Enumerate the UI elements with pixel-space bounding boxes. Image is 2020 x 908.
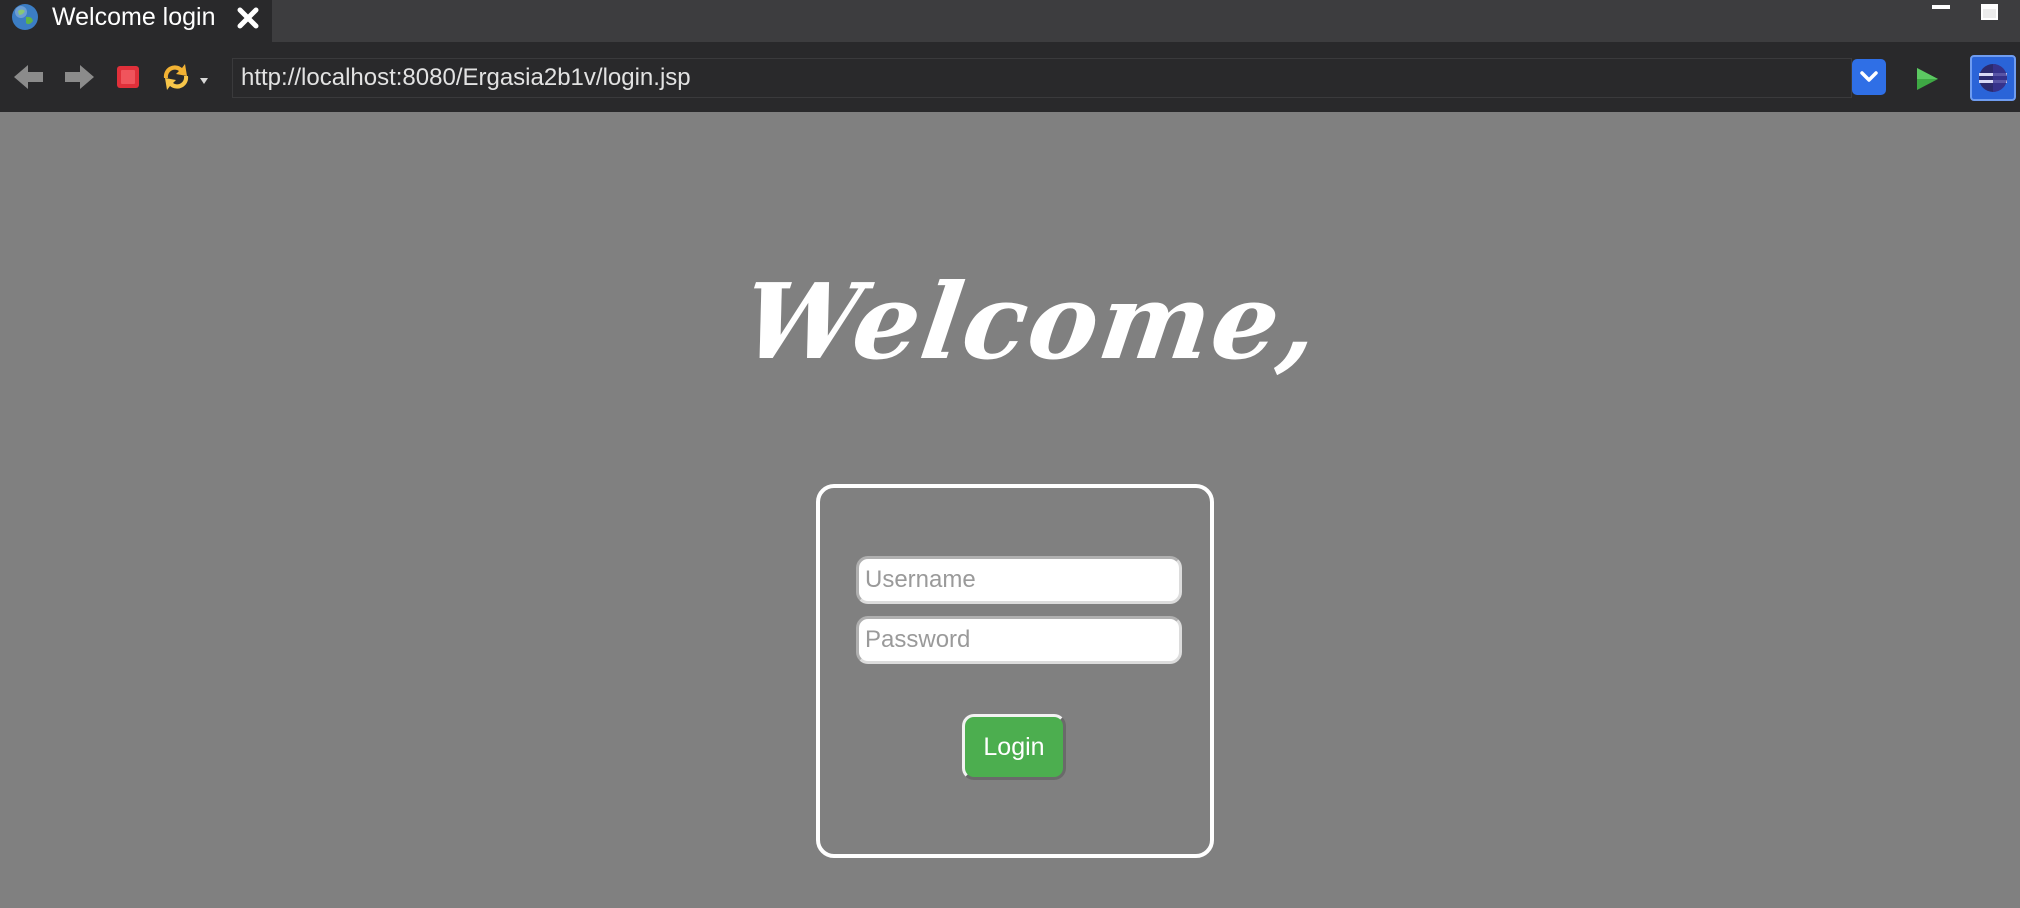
tab-title: Welcome login — [52, 3, 216, 31]
browser-window: Welcome login http://localhost:8080/Erga… — [0, 0, 2020, 908]
go-icon[interactable] — [1912, 64, 1942, 99]
page-content: Welcome, Login — [4, 112, 2020, 908]
tab-welcome-login[interactable]: Welcome login — [0, 0, 272, 42]
url-text: http://localhost:8080/Ergasia2b1v/login.… — [241, 64, 691, 91]
close-icon[interactable] — [234, 4, 262, 32]
welcome-heading: Welcome, — [735, 260, 1328, 383]
eclipse-icon[interactable] — [1970, 55, 2016, 101]
login-form: Login — [816, 484, 1214, 858]
browser-toolbar: http://localhost:8080/Ergasia2b1v/login.… — [0, 42, 2020, 112]
stop-icon[interactable] — [114, 60, 144, 99]
chevron-down-icon[interactable] — [1852, 59, 1886, 95]
tab-strip: Welcome login — [0, 0, 2020, 42]
minimize-icon[interactable] — [1930, 3, 1952, 21]
login-button[interactable]: Login — [962, 714, 1066, 780]
refresh-icon[interactable] — [158, 60, 214, 99]
forward-arrow-icon[interactable] — [62, 60, 96, 99]
back-arrow-icon[interactable] — [12, 60, 46, 99]
url-field[interactable]: http://localhost:8080/Ergasia2b1v/login.… — [232, 58, 1852, 98]
maximize-icon[interactable] — [1979, 2, 2001, 22]
username-input[interactable] — [856, 556, 1182, 604]
password-input[interactable] — [856, 616, 1182, 664]
globe-icon — [10, 2, 40, 37]
